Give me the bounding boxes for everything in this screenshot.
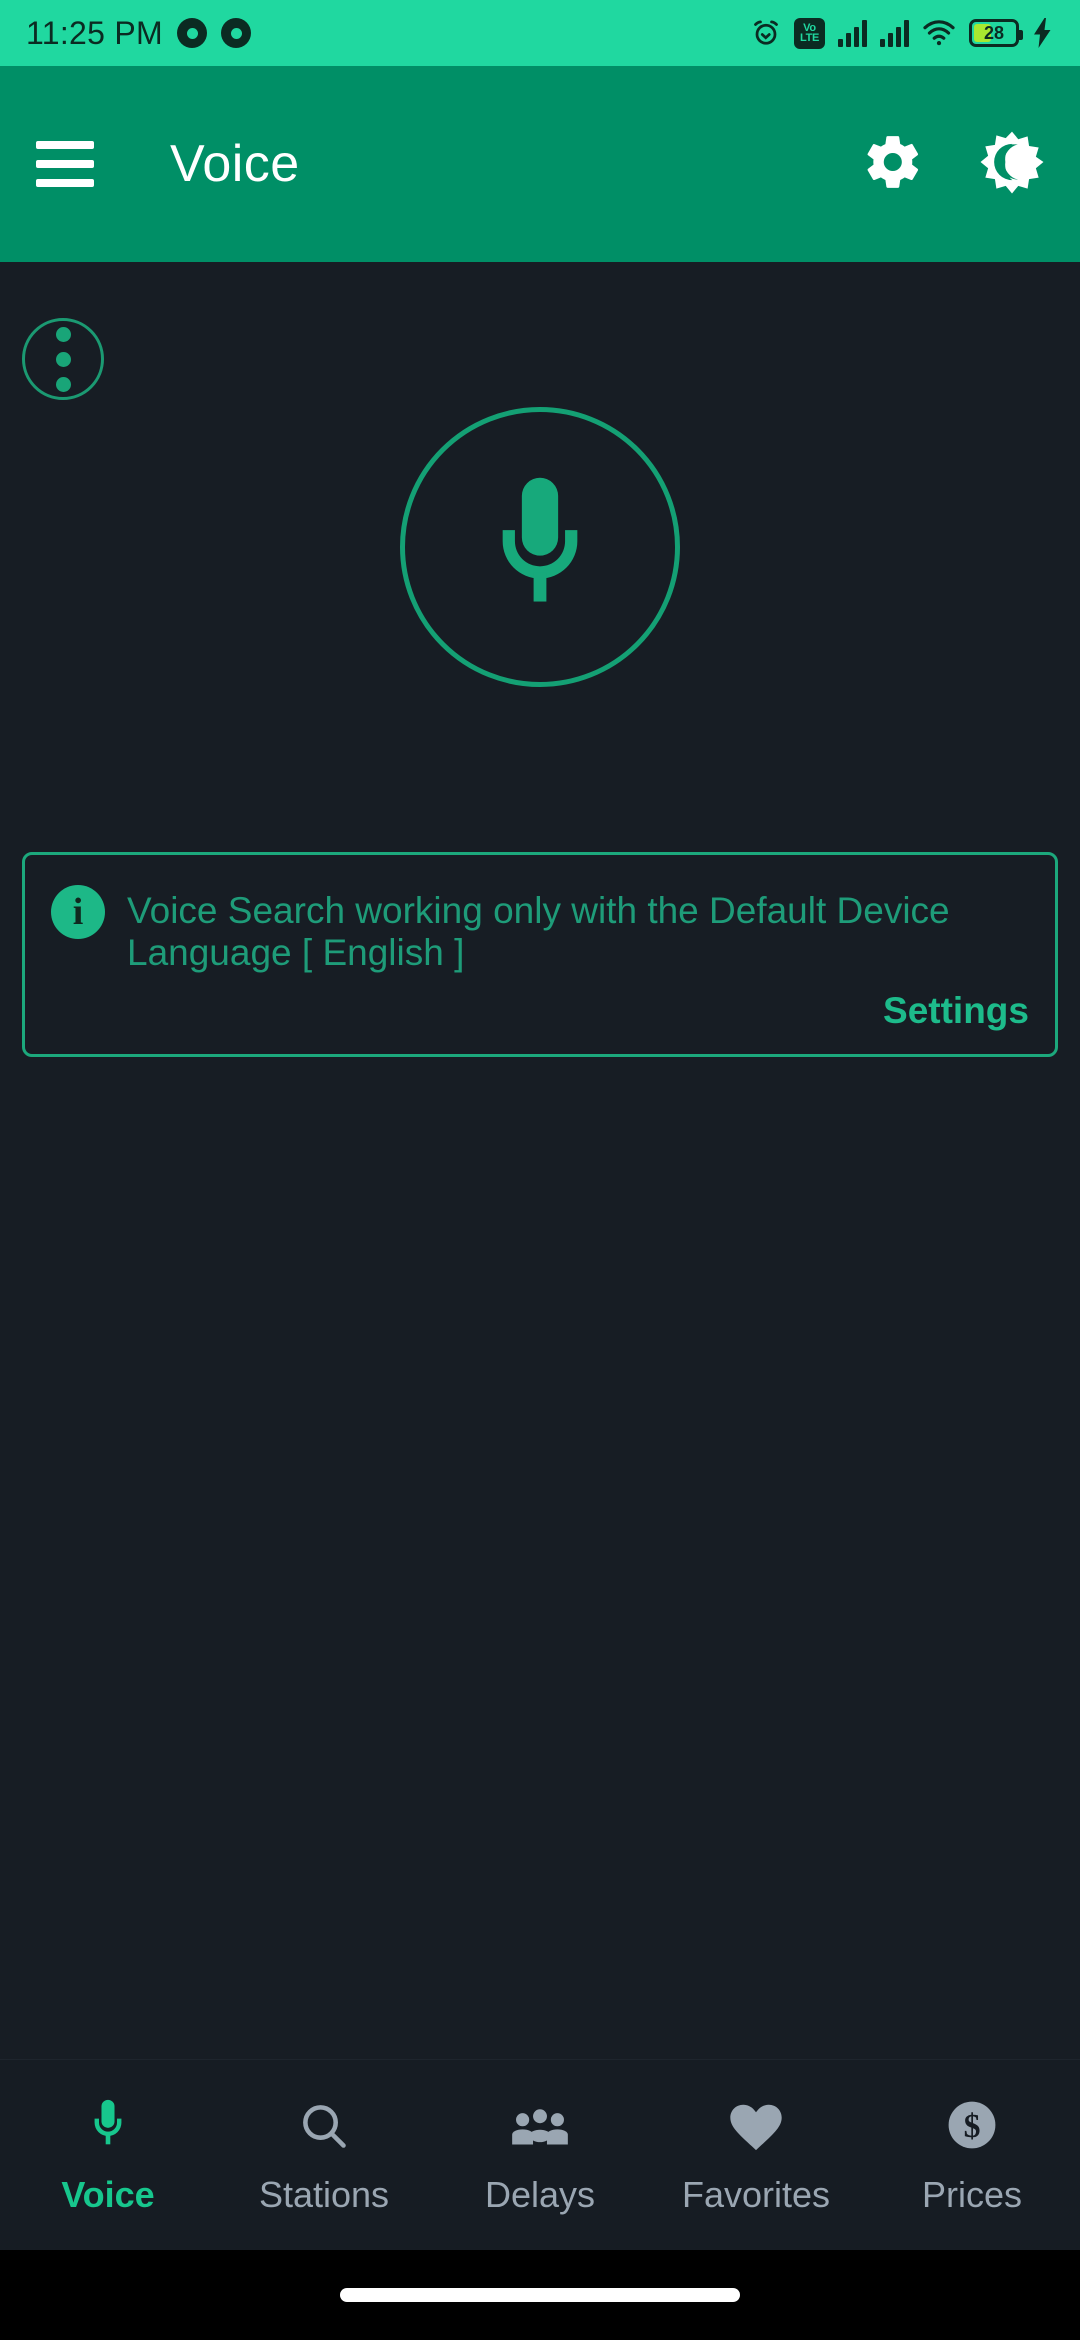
more-vertical-icon[interactable]: [22, 318, 104, 400]
heart-icon: [728, 2094, 784, 2152]
status-bar-right: Vo LTE 28: [751, 17, 1054, 49]
status-bar-left: 11:25 PM: [26, 15, 251, 52]
page-title: Voice: [170, 135, 300, 193]
search-icon: [298, 2094, 350, 2152]
nav-item-label: Voice: [61, 2174, 155, 2215]
system-gesture-bar: [0, 2250, 1080, 2340]
people-group-icon: [511, 2094, 569, 2152]
nav-item-label: Favorites: [681, 2174, 831, 2215]
nav-item-voice[interactable]: Voice: [0, 2094, 216, 2216]
home-gesture-pill[interactable]: [340, 2288, 740, 2302]
hamburger-menu-icon[interactable]: [36, 141, 94, 187]
info-banner-settings-link[interactable]: Settings: [51, 990, 1029, 1032]
dollar-circle-icon: $: [945, 2094, 999, 2152]
volte-icon: Vo LTE: [794, 17, 825, 49]
nav-item-label: Stations: [258, 2174, 390, 2215]
signal-bars-icon: [880, 19, 909, 47]
microphone-icon: [85, 2094, 131, 2152]
gear-icon[interactable]: [862, 131, 924, 198]
status-bar: 11:25 PM Vo LTE 28: [0, 0, 1080, 66]
info-icon: i: [51, 885, 105, 939]
microphone-icon: [476, 470, 604, 625]
nav-item-favorites[interactable]: Favorites: [648, 2094, 864, 2216]
alarm-clock-icon: [751, 18, 781, 48]
signal-bars-icon: [838, 19, 867, 47]
info-banner-message: Voice Search working only with the Defau…: [127, 890, 950, 973]
status-bar-clock: 11:25 PM: [26, 14, 163, 51]
voice-search-button[interactable]: [400, 407, 680, 687]
info-banner-row: i Voice Search working only with the Def…: [51, 885, 1029, 974]
nav-item-prices[interactable]: $ Prices: [864, 2094, 1080, 2216]
volte-bottom-text: LTE: [799, 32, 820, 44]
info-banner: i Voice Search working only with the Def…: [22, 852, 1058, 1057]
wifi-icon: [922, 19, 956, 47]
phone-screen: 11:25 PM Vo LTE 28 Voice i Voice Search …: [0, 0, 1080, 2340]
nav-item-delays[interactable]: Delays: [432, 2094, 648, 2216]
nav-item-stations[interactable]: Stations: [216, 2094, 432, 2216]
battery-icon: 28: [969, 19, 1023, 47]
app-bar: Voice: [0, 66, 1080, 262]
svg-text:$: $: [964, 2108, 981, 2145]
notification-dot-icon: [221, 18, 251, 48]
charging-bolt-icon: [1032, 18, 1054, 48]
nav-item-label: Delays: [484, 2174, 596, 2215]
main-content: i Voice Search working only with the Def…: [0, 262, 1080, 2150]
nav-item-label: Prices: [921, 2174, 1023, 2215]
brightness-dark-mode-icon[interactable]: [980, 130, 1044, 199]
notification-dot-icon: [177, 18, 207, 48]
battery-level-text: 28: [983, 22, 1005, 43]
app-bar-actions: [862, 130, 1044, 199]
bottom-navigation: Voice Stations Delays Favorites $ Prices: [0, 2060, 1080, 2250]
